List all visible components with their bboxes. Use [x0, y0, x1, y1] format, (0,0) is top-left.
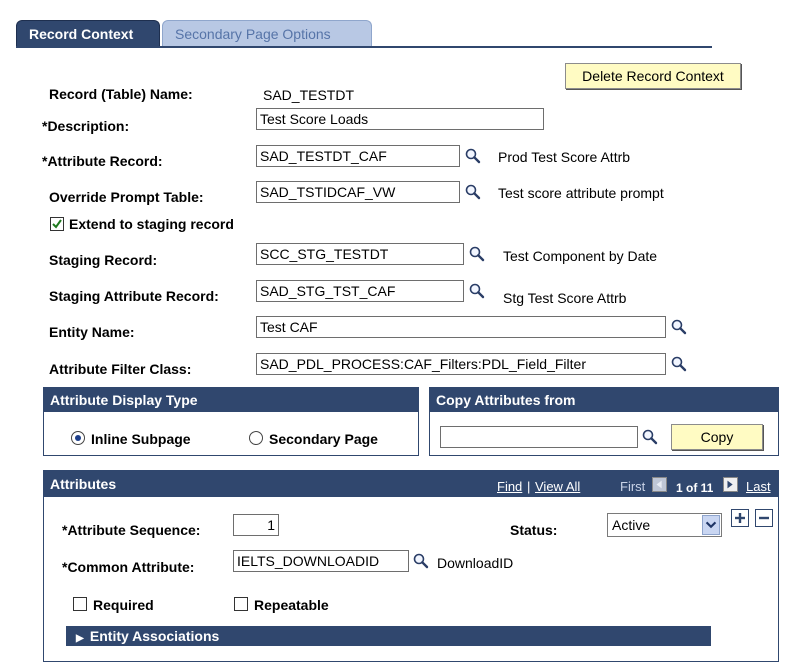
- tab-record-context[interactable]: Record Context: [16, 20, 160, 47]
- attribute-record-search-icon[interactable]: [464, 147, 482, 165]
- staging-record-label: Staging Record:: [49, 252, 158, 268]
- last-link[interactable]: Last: [746, 479, 771, 494]
- inline-subpage-radio[interactable]: [71, 431, 85, 445]
- status-value: Active: [612, 517, 651, 533]
- required-label: Required: [93, 597, 154, 613]
- common-attribute-desc: DownloadID: [437, 555, 514, 571]
- find-link[interactable]: Find: [497, 479, 522, 494]
- common-attribute-label: *Common Attribute:: [62, 559, 195, 575]
- copy-attributes-header: Copy Attributes from: [430, 388, 778, 412]
- filter-class-search-icon[interactable]: [670, 355, 688, 373]
- tab-secondary-page-options[interactable]: Secondary Page Options: [162, 20, 372, 47]
- attribute-record-label: *Attribute Record:: [42, 153, 163, 169]
- find-separator: |: [527, 479, 531, 494]
- override-prompt-desc: Test score attribute prompt: [498, 185, 664, 201]
- override-prompt-search-icon[interactable]: [464, 183, 482, 201]
- chevron-down-icon[interactable]: [702, 515, 720, 535]
- common-attribute-input[interactable]: IELTS_DOWNLOADID: [233, 550, 409, 572]
- plus-icon: [735, 513, 745, 523]
- attribute-display-type-header: Attribute Display Type: [44, 388, 418, 412]
- view-all-link[interactable]: View All: [535, 479, 580, 494]
- staging-record-input[interactable]: SCC_STG_TESTDT: [256, 243, 464, 265]
- entity-name-input[interactable]: Test CAF: [256, 316, 666, 338]
- copy-attributes-search-icon[interactable]: [641, 428, 659, 446]
- status-select[interactable]: Active: [607, 513, 722, 537]
- attributes-header: Attributes: [44, 471, 778, 497]
- record-count: 1 of 11: [676, 481, 714, 495]
- repeatable-checkbox[interactable]: [234, 597, 248, 611]
- previous-arrow-icon: [652, 477, 667, 492]
- secondary-page-label: Secondary Page: [269, 431, 378, 447]
- description-label: *Description:: [42, 118, 130, 134]
- inline-subpage-label: Inline Subpage: [91, 431, 191, 447]
- secondary-page-radio[interactable]: [249, 431, 263, 445]
- staging-record-search-icon[interactable]: [468, 245, 486, 263]
- tab-divider: [16, 46, 712, 48]
- extend-staging-checkbox[interactable]: [50, 217, 64, 231]
- copy-attributes-input[interactable]: [440, 426, 638, 448]
- minus-icon: [759, 516, 769, 520]
- delete-row-button[interactable]: [755, 509, 773, 527]
- copy-button[interactable]: Copy: [671, 424, 763, 450]
- entity-name-label: Entity Name:: [49, 324, 135, 340]
- entity-associations-label: Entity Associations: [89, 628, 220, 644]
- filter-class-input[interactable]: SAD_PDL_PROCESS:CAF_Filters:PDL_Field_Fi…: [256, 353, 666, 375]
- delete-record-context-button[interactable]: Delete Record Context: [565, 63, 741, 89]
- staging-record-desc: Test Component by Date: [503, 248, 658, 264]
- record-name-label: Record (Table) Name:: [49, 86, 193, 102]
- attribute-record-desc: Prod Test Score Attrb: [498, 149, 631, 165]
- staging-attr-label: Staging Attribute Record:: [49, 288, 219, 304]
- staging-attr-input[interactable]: SAD_STG_TST_CAF: [256, 280, 464, 302]
- attribute-sequence-input[interactable]: 1: [233, 514, 279, 536]
- required-checkbox[interactable]: [73, 597, 87, 611]
- attribute-sequence-label: *Attribute Sequence:: [62, 522, 201, 538]
- status-label: Status:: [510, 522, 558, 538]
- chevron-right-icon: ▶: [76, 633, 84, 644]
- staging-attr-desc: Stg Test Score Attrb: [503, 290, 627, 306]
- common-attribute-search-icon[interactable]: [412, 552, 430, 570]
- entity-associations-bar[interactable]: ▶ Entity Associations: [66, 626, 711, 646]
- staging-attr-search-icon[interactable]: [468, 282, 486, 300]
- filter-class-label: Attribute Filter Class:: [49, 361, 192, 377]
- record-name-value: SAD_TESTDT: [263, 87, 355, 103]
- entity-name-search-icon[interactable]: [670, 318, 688, 336]
- override-prompt-label: Override Prompt Table:: [49, 189, 204, 205]
- attribute-record-input[interactable]: SAD_TESTDT_CAF: [256, 145, 460, 167]
- next-arrow-icon[interactable]: [723, 477, 738, 492]
- first-label: First: [620, 479, 646, 494]
- repeatable-label: Repeatable: [254, 597, 329, 613]
- add-row-button[interactable]: [731, 509, 749, 527]
- description-input[interactable]: Test Score Loads: [256, 108, 544, 130]
- override-prompt-input[interactable]: SAD_TSTIDCAF_VW: [256, 181, 460, 203]
- extend-staging-label: Extend to staging record: [69, 216, 234, 232]
